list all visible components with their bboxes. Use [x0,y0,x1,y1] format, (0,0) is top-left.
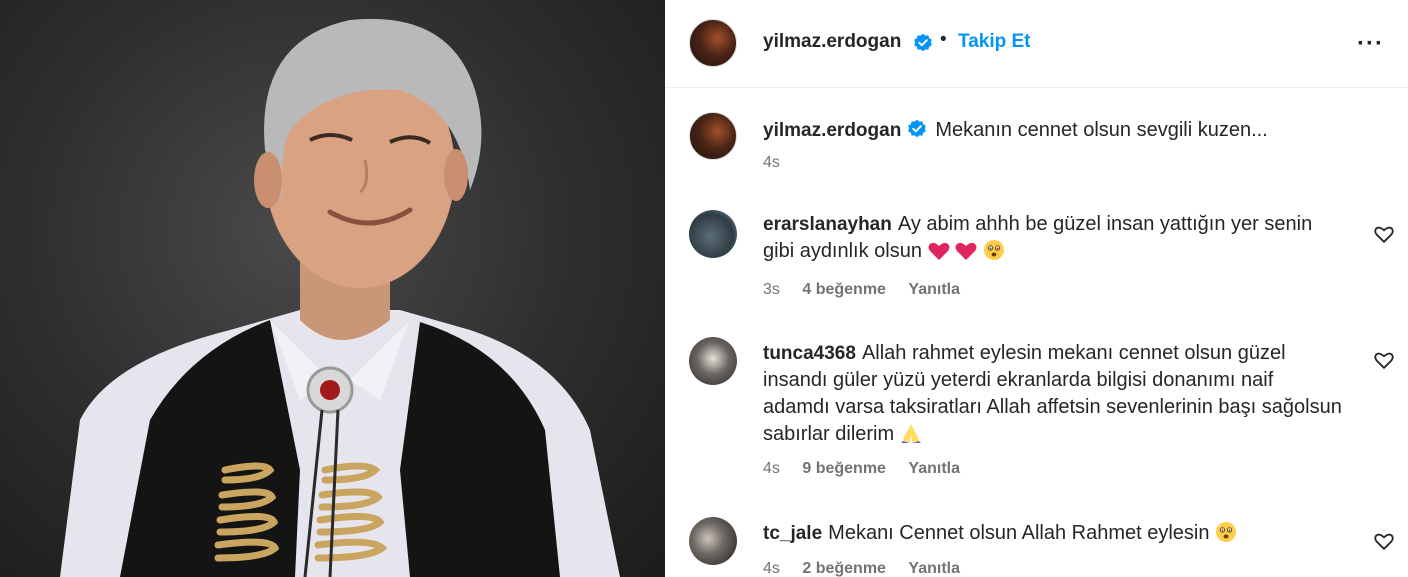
comment-body: erarslanayhan Ay abim ahhh be güzel insan… [763,211,1343,265]
reply-button[interactable]: Yanıtla [908,460,960,477]
like-heart-icon[interactable] [1373,349,1395,371]
red-heart-emoji-icon [955,242,977,260]
commenter-avatar[interactable] [689,517,737,565]
commenter-avatar[interactable] [689,337,737,385]
caption-body: yilmaz.erdogan Mekanın cennet olsun sevg… [763,117,1343,144]
comment-meta: 4s 2 beğenme Yanıtla [763,560,978,577]
post-detail-panel: yilmaz.erdogan • Takip Et ··· yilmaz.erd… [665,0,1408,577]
comment-text: Mekanı Cennet olsun Allah Rahmet eylesin [828,522,1210,544]
like-heart-icon[interactable] [1373,530,1395,552]
comment-likes[interactable]: 4 beğenme [802,281,886,298]
more-options-icon[interactable]: ··· [1357,30,1384,58]
author-username[interactable]: yilmaz.erdogan [763,31,901,53]
header-separator: • [940,29,947,50]
sad-face-emoji-icon [1216,522,1237,542]
reply-button[interactable]: Yanıtla [908,281,960,298]
red-heart-emoji-icon [928,242,950,260]
comment-body: tunca4368 Allah rahmet eylesin mekanı cen… [763,340,1343,448]
comment-meta: 4s 9 beğenme Yanıtla [763,460,978,478]
verified-badge-icon [914,33,932,52]
verified-badge-icon [908,119,927,138]
like-heart-icon[interactable] [1373,223,1395,245]
comment-timestamp[interactable]: 4s [763,560,780,577]
caption-author-avatar[interactable] [689,112,737,160]
comment-likes[interactable]: 9 beğenme [802,460,886,477]
commenter-avatar[interactable] [689,210,737,258]
comment-body: tc_jale Mekanı Cennet olsun Allah Rahmet … [763,520,1343,547]
comment-meta: 3s 4 beğenme Yanıtla [763,281,978,299]
caption-timestamp[interactable]: 4s [763,154,780,171]
follow-button[interactable]: Takip Et [958,31,1031,53]
sad-face-emoji-icon [983,240,1004,260]
post-header: yilmaz.erdogan • Takip Et ··· [665,0,1408,88]
praying-hands-emoji-icon [900,424,921,443]
comment-timestamp[interactable]: 4s [763,460,780,477]
post-photo[interactable] [0,0,665,577]
commenter-username[interactable]: tunca4368 [763,343,856,364]
caption-text: Mekanın cennet olsun sevgili kuzen... [935,119,1268,141]
commenter-username[interactable]: erarslanayhan [763,214,892,235]
comment-timestamp[interactable]: 3s [763,281,780,298]
author-avatar[interactable] [689,19,737,67]
caption-meta: 4s [763,154,798,172]
portrait-illustration [60,18,620,577]
comment-likes[interactable]: 2 beğenme [802,560,886,577]
commenter-username[interactable]: tc_jale [763,523,822,544]
caption-author-username[interactable]: yilmaz.erdogan [763,120,901,141]
reply-button[interactable]: Yanıtla [908,560,960,577]
